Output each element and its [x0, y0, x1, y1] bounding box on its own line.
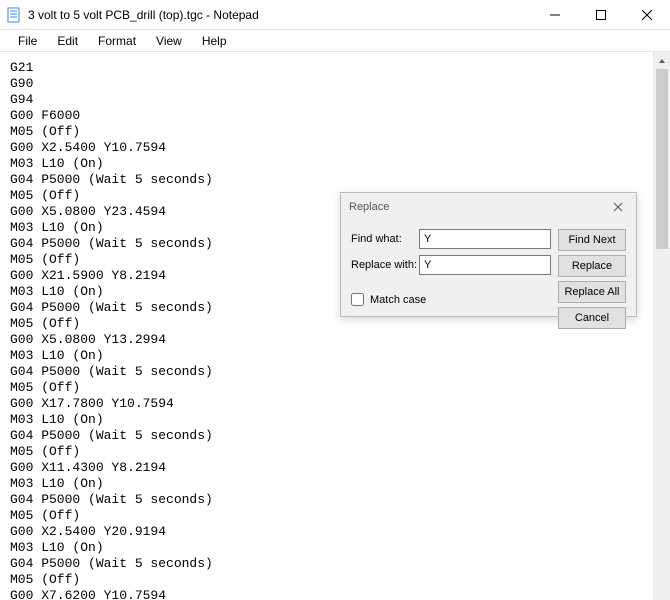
menu-format[interactable]: Format: [90, 32, 144, 50]
scroll-up-arrow[interactable]: [654, 52, 670, 69]
minimize-button[interactable]: [532, 0, 578, 29]
scroll-thumb[interactable]: [656, 69, 668, 249]
window-titlebar: 3 volt to 5 volt PCB_drill (top).tgc - N…: [0, 0, 670, 30]
replace-dialog: Replace Find what: Replace with: Match c…: [340, 192, 637, 317]
dialog-title: Replace: [349, 201, 608, 213]
menu-view[interactable]: View: [148, 32, 190, 50]
maximize-button[interactable]: [578, 0, 624, 29]
dialog-titlebar[interactable]: Replace: [341, 193, 636, 221]
match-case-checkbox[interactable]: [351, 293, 364, 306]
dialog-buttons: Find Next Replace Replace All Cancel: [558, 229, 626, 329]
dialog-body: Find what: Replace with: Match case Find…: [341, 221, 636, 316]
vertical-scrollbar[interactable]: [653, 52, 670, 600]
replace-button[interactable]: Replace: [558, 255, 626, 277]
match-case-label: Match case: [370, 294, 426, 306]
find-next-button[interactable]: Find Next: [558, 229, 626, 251]
window-controls: [532, 0, 670, 29]
menu-file[interactable]: File: [10, 32, 45, 50]
menu-bar: File Edit Format View Help: [0, 30, 670, 52]
find-label: Find what:: [351, 233, 419, 245]
text-editor[interactable]: G21 G90 G94 G00 F6000 M05 (Off) G00 X2.5…: [0, 52, 653, 600]
replace-input[interactable]: [419, 255, 551, 275]
menu-help[interactable]: Help: [194, 32, 235, 50]
replace-label: Replace with:: [351, 259, 419, 271]
dialog-close-button[interactable]: [608, 197, 628, 217]
find-input[interactable]: [419, 229, 551, 249]
window-title: 3 volt to 5 volt PCB_drill (top).tgc - N…: [28, 8, 532, 22]
cancel-button[interactable]: Cancel: [558, 307, 626, 329]
close-button[interactable]: [624, 0, 670, 29]
menu-edit[interactable]: Edit: [49, 32, 86, 50]
notepad-icon: [6, 7, 22, 23]
replace-all-button[interactable]: Replace All: [558, 281, 626, 303]
